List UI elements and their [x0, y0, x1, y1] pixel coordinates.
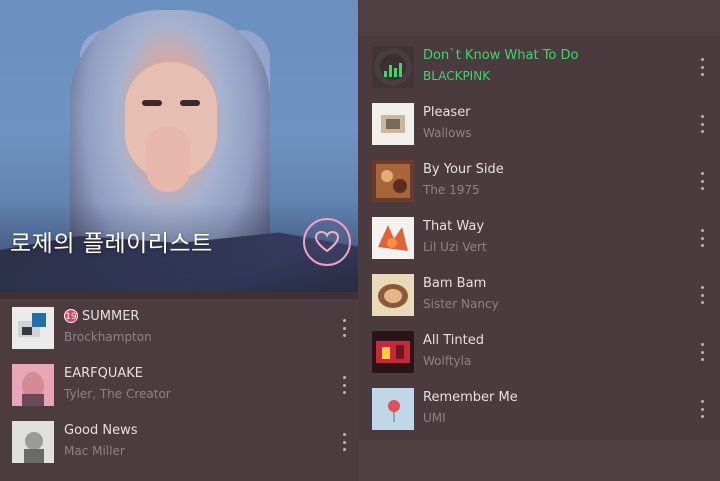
track-title: Good News: [64, 423, 138, 438]
more-vertical-icon[interactable]: [699, 115, 705, 133]
track-row[interactable]: 19 SUMMER Brockhampton: [0, 299, 358, 356]
track-title: Bam Bam: [423, 276, 487, 291]
track-title: That Way: [423, 219, 485, 234]
more-vertical-icon[interactable]: [341, 319, 347, 337]
track-list: Don`t Know What To Do BLACKPINK Pleaser …: [358, 38, 720, 437]
album-art: [372, 274, 414, 316]
track-artist: Brockhampton: [64, 330, 152, 344]
track-artist: Wallows: [423, 126, 472, 140]
album-art: [12, 307, 54, 349]
track-row[interactable]: By Your Side The 1975: [358, 152, 720, 209]
album-art: [12, 364, 54, 406]
more-vertical-icon[interactable]: [699, 229, 705, 247]
track-title: All Tinted: [423, 333, 484, 348]
track-row[interactable]: Bam Bam Sister Nancy: [358, 266, 720, 323]
track-artist: Mac Miller: [64, 444, 125, 458]
more-vertical-icon[interactable]: [341, 376, 347, 394]
track-title: By Your Side: [423, 162, 504, 177]
more-vertical-icon[interactable]: [699, 286, 705, 304]
equalizer-icon: [384, 59, 402, 77]
track-title: Pleaser: [423, 105, 471, 120]
playlist-title: 로제의 플레이리스트: [10, 231, 213, 257]
track-artist: The 1975: [423, 183, 480, 197]
album-art: [12, 421, 54, 463]
more-vertical-icon[interactable]: [699, 400, 705, 418]
track-title: Don`t Know What To Do: [423, 48, 579, 63]
album-art: [372, 217, 414, 259]
playlist-cover: 로제의 플레이리스트: [0, 0, 358, 292]
track-row[interactable]: All Tinted Wolftyla: [358, 323, 720, 380]
left-panel: 로제의 플레이리스트 19 SUMMER Brockhampton EARFQUA…: [0, 0, 358, 481]
more-vertical-icon[interactable]: [699, 58, 705, 76]
like-button[interactable]: [303, 218, 351, 266]
heart-icon: [314, 230, 340, 253]
album-art: [372, 331, 414, 373]
album-art: [372, 103, 414, 145]
right-panel: Don`t Know What To Do BLACKPINK Pleaser …: [358, 0, 720, 481]
track-artist: Sister Nancy: [423, 297, 499, 311]
more-vertical-icon[interactable]: [341, 433, 347, 451]
track-artist: Wolftyla: [423, 354, 472, 368]
track-row-now-playing[interactable]: Don`t Know What To Do BLACKPINK: [358, 38, 720, 95]
track-title: SUMMER: [82, 309, 140, 324]
more-vertical-icon[interactable]: [699, 172, 705, 190]
track-row[interactable]: Remember Me UMI: [358, 380, 720, 437]
track-title: Remember Me: [423, 390, 518, 405]
explicit-badge: 19: [64, 309, 78, 323]
track-row[interactable]: Good News Mac Miller: [0, 413, 358, 470]
track-artist: Tyler, The Creator: [64, 387, 171, 401]
album-art: [372, 160, 414, 202]
track-artist: BLACKPINK: [423, 69, 491, 83]
track-artist: Lil Uzi Vert: [423, 240, 487, 254]
divider: [0, 292, 358, 299]
track-artist: UMI: [423, 411, 446, 425]
album-art: [372, 388, 414, 430]
track-list: 19 SUMMER Brockhampton EARFQUAKE Tyler, T…: [0, 299, 358, 470]
album-art: [372, 46, 414, 88]
more-vertical-icon[interactable]: [699, 343, 705, 361]
track-title: EARFQUAKE: [64, 366, 143, 381]
track-row[interactable]: That Way Lil Uzi Vert: [358, 209, 720, 266]
track-row[interactable]: EARFQUAKE Tyler, The Creator: [0, 356, 358, 413]
track-row[interactable]: Pleaser Wallows: [358, 95, 720, 152]
